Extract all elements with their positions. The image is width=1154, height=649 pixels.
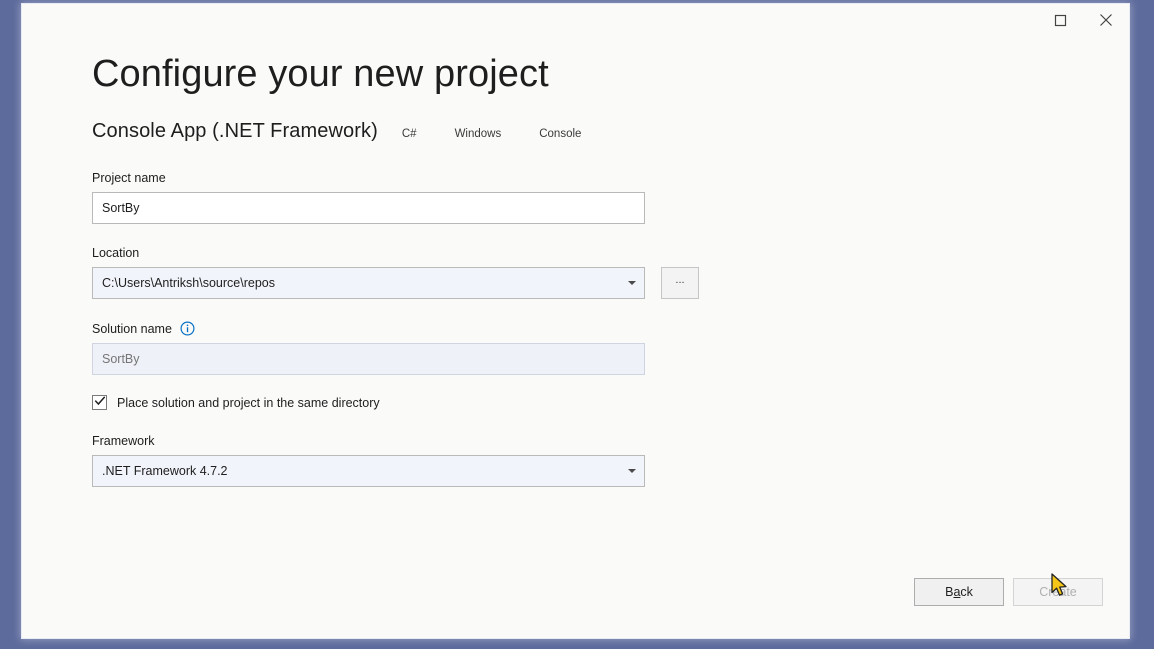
close-icon (1099, 13, 1113, 27)
project-name-label: Project name (92, 171, 1099, 185)
back-button[interactable]: Back (914, 578, 1004, 606)
dialog-content: Configure your new project Console App (… (92, 46, 1099, 487)
template-name: Console App (.NET Framework) (92, 120, 378, 143)
maximize-button[interactable] (1037, 4, 1083, 36)
info-icon[interactable] (180, 321, 195, 336)
solution-name-label-text: Solution name (92, 322, 172, 336)
location-combobox[interactable]: C:\Users\Antriksh\source\repos (92, 267, 645, 299)
checkmark-icon (94, 394, 106, 412)
page-title: Configure your new project (92, 46, 1099, 100)
template-summary: Console App (.NET Framework) C# Windows … (92, 120, 1099, 143)
close-button[interactable] (1083, 4, 1129, 36)
tag-project-type: Console (539, 128, 581, 140)
dialog-footer: Back Create (914, 578, 1103, 606)
solution-name-field: Solution name (92, 321, 1099, 375)
location-field: Location C:\Users\Antriksh\source\repos … (92, 246, 1099, 299)
template-tags: C# Windows Console (402, 128, 582, 140)
project-name-input[interactable] (92, 192, 645, 224)
configure-project-dialog: Configure your new project Console App (… (22, 4, 1129, 638)
framework-label: Framework (92, 434, 1099, 448)
tag-language: C# (402, 128, 417, 140)
solution-name-label: Solution name (92, 321, 1099, 336)
same-directory-label: Place solution and project in the same d… (117, 396, 380, 410)
location-label: Location (92, 246, 1099, 260)
maximize-icon (1054, 14, 1067, 27)
framework-field: Framework .NET Framework 4.7.2 (92, 434, 1099, 487)
same-directory-checkbox[interactable] (92, 395, 107, 410)
framework-combobox[interactable]: .NET Framework 4.7.2 (92, 455, 645, 487)
back-button-label: Back (945, 585, 973, 599)
project-name-field: Project name (92, 171, 1099, 224)
same-directory-checkbox-row[interactable]: Place solution and project in the same d… (92, 395, 1099, 410)
solution-name-input (92, 343, 645, 375)
tag-platform: Windows (455, 128, 502, 140)
title-bar (22, 4, 1129, 46)
browse-location-button[interactable]: ... (661, 267, 699, 299)
create-button[interactable]: Create (1013, 578, 1103, 606)
